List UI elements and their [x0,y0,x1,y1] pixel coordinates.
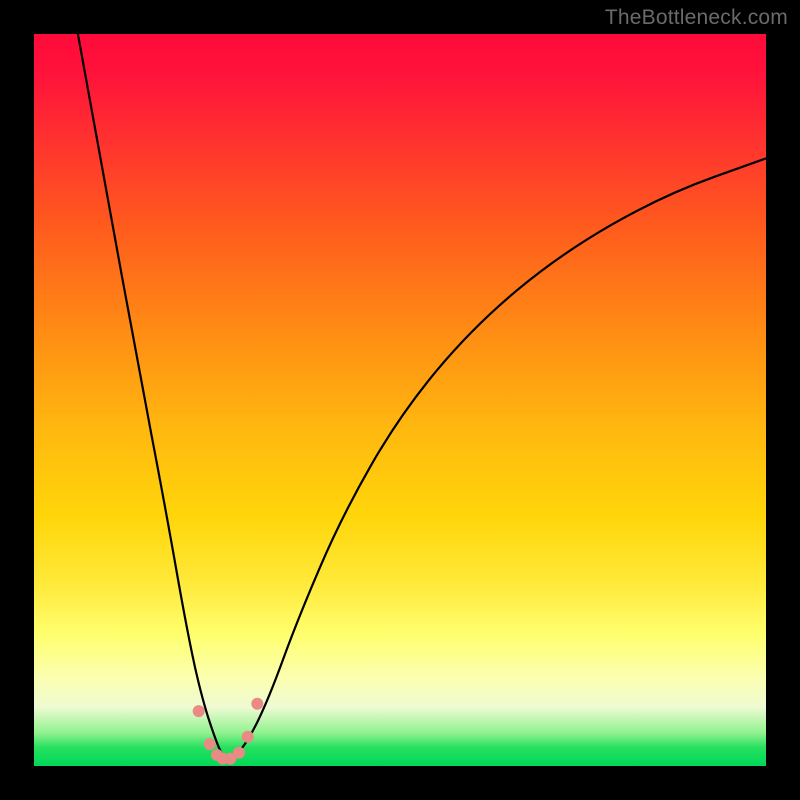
highlight-marker [204,738,216,750]
plot-area [34,34,766,766]
chart-svg [34,34,766,766]
highlight-marker [193,705,205,717]
highlight-marker [242,731,254,743]
highlight-marker [251,698,263,710]
curve-layer [78,34,766,759]
watermark-text: TheBottleneck.com [605,6,788,30]
bottleneck-curve-path [78,34,766,759]
outer-frame: TheBottleneck.com [0,0,800,800]
highlight-marker [233,747,245,759]
